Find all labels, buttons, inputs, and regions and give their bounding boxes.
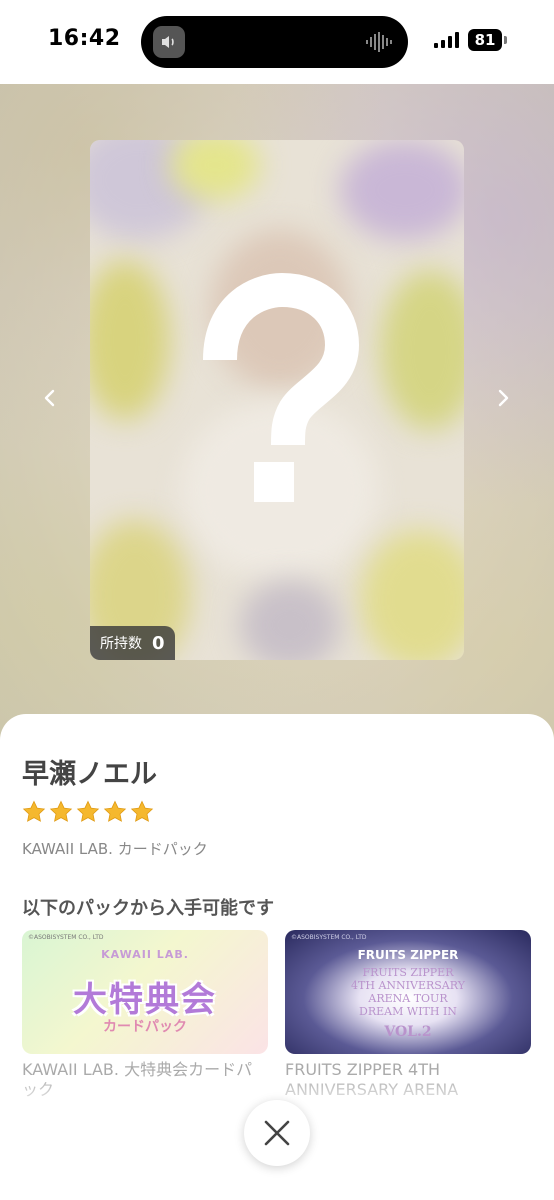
- pack-art-line: DREAM WITH IN: [359, 1005, 457, 1018]
- pack-art-title: FRUITS ZIPPER 4TH ANNIVERSARY ARENA TOUR…: [285, 966, 531, 1018]
- close-button[interactable]: [244, 1100, 310, 1166]
- star-icon: [103, 800, 127, 822]
- close-icon: [264, 1120, 290, 1146]
- chevron-right-icon[interactable]: [491, 386, 515, 410]
- status-time: 16:42: [48, 26, 121, 51]
- card-name: 早瀬ノエル: [22, 759, 157, 790]
- star-icon: [130, 800, 154, 822]
- dynamic-island: [141, 16, 408, 68]
- pack-art-brand: FRUITS ZIPPER: [357, 948, 459, 962]
- pack-art-line: FRUITS ZIPPER: [362, 966, 454, 979]
- pack-copyright: ©ASOBISYSTEM CO., LTD: [28, 934, 104, 941]
- pack-art-logo: KAWAII LAB.: [101, 948, 189, 961]
- available-packs-heading: 以下のパックから入手可能です: [22, 898, 274, 919]
- pack-art-subtitle: カードパック: [103, 1019, 187, 1035]
- signal-icon: [434, 32, 459, 48]
- pack-card-kawaii-lab[interactable]: ©ASOBISYSTEM CO., LTD KAWAII LAB. 大特典会 カ…: [22, 930, 268, 1054]
- card-series: KAWAII LAB. カードパック: [22, 840, 208, 858]
- question-mark-icon: [203, 272, 360, 502]
- owned-count-badge: 所持数 0: [90, 626, 175, 660]
- audio-wave-icon: [366, 32, 392, 52]
- pack-copyright: ©ASOBISYSTEM CO., LTD: [291, 934, 367, 941]
- card-viewer: 所持数 0: [0, 84, 554, 744]
- star-icon: [22, 800, 46, 822]
- battery-tip: [504, 36, 507, 44]
- speaker-icon: [153, 26, 185, 58]
- status-bar: 16:42 81: [0, 0, 554, 84]
- card-detail-sheet: 早瀬ノエル KAWAII LAB. カードパック 以下のパックから入手可能です …: [0, 714, 554, 1200]
- pack-art-title: 大特典会: [73, 980, 217, 1020]
- battery-icon: 81: [468, 29, 502, 51]
- star-icon: [76, 800, 100, 822]
- owned-label: 所持数: [100, 636, 142, 652]
- pack-art-line: ARENA TOUR: [368, 992, 448, 1005]
- pack-card-fruits-zipper[interactable]: ©ASOBISYSTEM CO., LTD FRUITS ZIPPER FRUI…: [285, 930, 531, 1054]
- card-image[interactable]: 所持数 0: [90, 140, 464, 660]
- chevron-left-icon[interactable]: [38, 386, 62, 410]
- star-icon: [49, 800, 73, 822]
- rating-stars: [22, 800, 154, 824]
- pack-art-volume: VOL.2: [384, 1024, 432, 1040]
- pack-art-line: 4TH ANNIVERSARY: [351, 979, 465, 992]
- owned-count: 0: [152, 632, 165, 654]
